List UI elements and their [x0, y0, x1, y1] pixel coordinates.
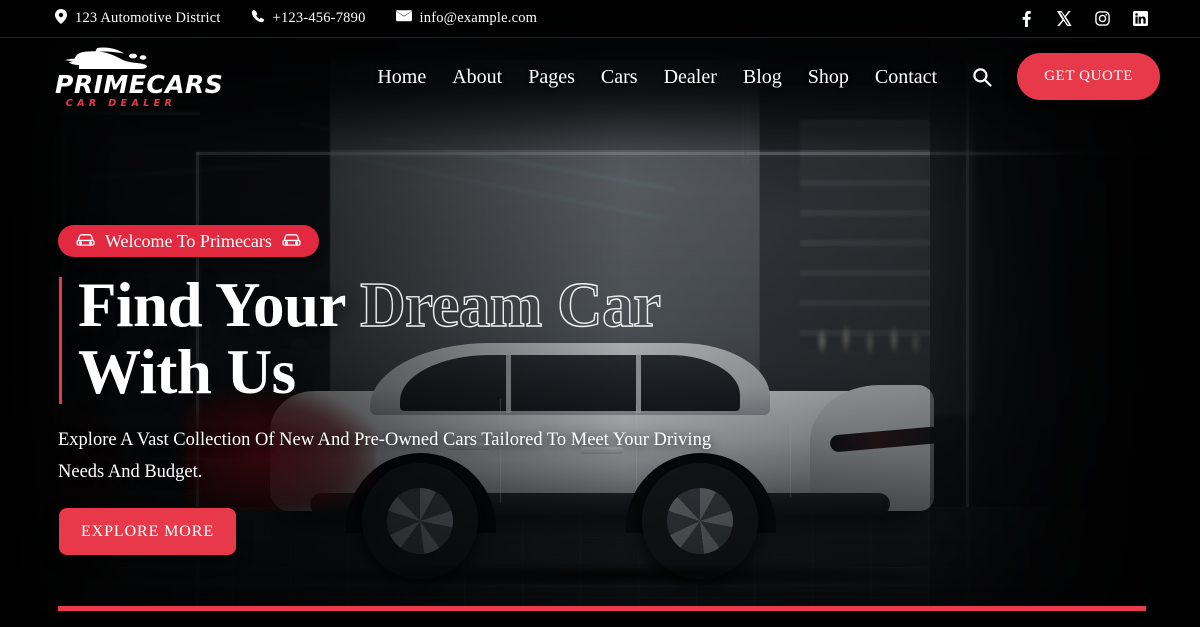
email-text: info@example.com	[419, 10, 538, 26]
location-pin-icon	[55, 8, 67, 29]
brand-logo[interactable]: PRIMECARS CAR DEALER	[55, 45, 224, 109]
site-header: PRIMECARS CAR DEALER Home About Pages Ca…	[0, 38, 1200, 115]
facebook-icon[interactable]	[1018, 10, 1034, 27]
envelope-icon	[395, 10, 412, 27]
bottom-red-divider	[58, 606, 1146, 611]
nav-item-pages[interactable]: Pages	[528, 67, 575, 87]
x-twitter-icon[interactable]	[1056, 11, 1072, 27]
social-links	[1018, 10, 1148, 27]
footer-strip	[0, 611, 1200, 627]
page-title: Find Your Dream Car With Us	[78, 270, 778, 408]
headline-part-1: Find Your	[78, 270, 361, 340]
address-item: 123 Automotive District	[55, 8, 221, 29]
get-quote-button[interactable]: GET QUOTE	[1017, 53, 1160, 100]
nav-item-contact[interactable]: Contact	[875, 67, 937, 87]
address-text: 123 Automotive District	[75, 10, 221, 26]
headline-part-2: With Us	[78, 337, 296, 408]
phone-item[interactable]: +123-456-7890	[251, 9, 366, 28]
welcome-badge: Welcome To Primecars	[58, 225, 319, 257]
nav-item-home[interactable]: Home	[377, 67, 426, 87]
hero-page: 123 Automotive District +123-456-7890 in…	[0, 0, 1200, 627]
car-front-icon-left	[76, 232, 95, 250]
nav-item-blog[interactable]: Blog	[743, 67, 782, 87]
main-nav: Home About Pages Cars Dealer Blog Shop C…	[377, 64, 995, 90]
car-front-icon-right	[282, 232, 301, 250]
hero-subtext: Explore A Vast Collection Of New And Pre…	[58, 430, 712, 483]
top-contact-bar: 123 Automotive District +123-456-7890 in…	[0, 0, 1200, 38]
nav-item-shop[interactable]: Shop	[808, 67, 849, 87]
car-logo-icon	[65, 47, 147, 69]
linkedin-icon[interactable]	[1132, 11, 1148, 27]
welcome-badge-text: Welcome To Primecars	[105, 231, 272, 251]
explore-more-button[interactable]: EXPLORE MORE	[59, 508, 236, 555]
headline-part-outline: Dream Car	[359, 270, 661, 340]
nav-item-about[interactable]: About	[452, 67, 502, 87]
email-item[interactable]: info@example.com	[395, 10, 538, 27]
brand-tagline: CAR DEALER	[65, 97, 177, 109]
nav-item-cars[interactable]: Cars	[601, 67, 638, 87]
phone-text: +123-456-7890	[272, 10, 366, 26]
headline-accent-bar	[59, 277, 62, 404]
brand-name: PRIMECARS	[55, 69, 224, 99]
phone-icon	[251, 9, 265, 28]
instagram-icon[interactable]	[1094, 11, 1110, 27]
search-icon[interactable]	[969, 64, 995, 90]
nav-item-dealer[interactable]: Dealer	[664, 67, 717, 87]
